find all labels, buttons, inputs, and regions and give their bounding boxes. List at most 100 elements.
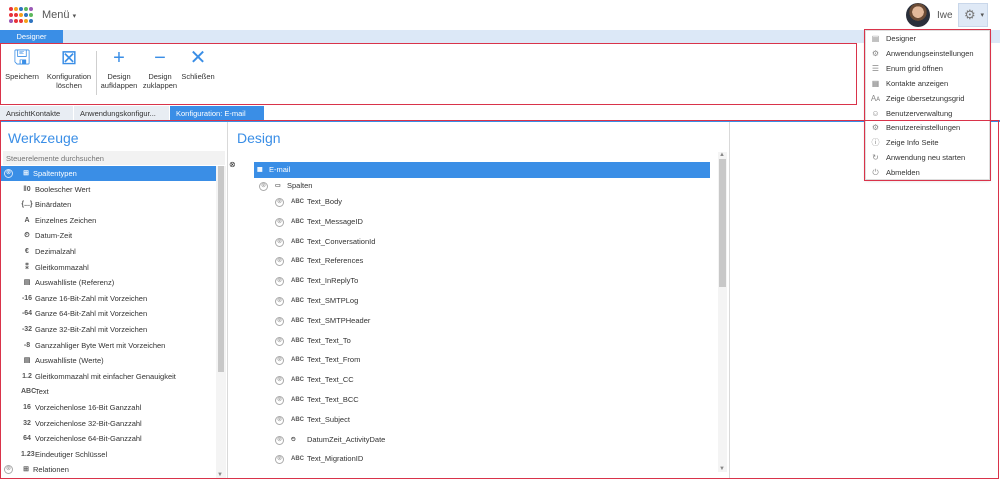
tree-field[interactable]: ⊗ ABC Text_SMTPLog bbox=[275, 293, 575, 309]
tree-group-label: Spalten bbox=[287, 181, 313, 190]
settings-menu-button[interactable]: ⚙ ▾ bbox=[958, 3, 988, 27]
tool-item[interactable]: € Dezimalzahl bbox=[0, 244, 216, 259]
menu-item[interactable]: ▤ Designer bbox=[866, 31, 989, 46]
tool-item[interactable]: 1.2 Gleitkommazahl mit einfacher Genauigk… bbox=[0, 369, 216, 384]
tool-item[interactable]: ABC Text bbox=[0, 384, 216, 399]
remove-icon[interactable]: ⊗ bbox=[275, 435, 284, 445]
menu-item[interactable]: ⓘ Zeige Info Seite bbox=[866, 135, 989, 150]
speichern-button[interactable]: 🖫 Speichern bbox=[3, 47, 41, 81]
tree-root-email[interactable]: ▦ E-mail bbox=[254, 162, 710, 178]
tool-item[interactable]: ⊗ ⊞ Relationen bbox=[0, 462, 216, 477]
remove-icon[interactable]: ⊗ bbox=[275, 217, 284, 227]
tool-item[interactable]: 32 Vorzeichenlose 32-Bit-Ganzzahl bbox=[0, 416, 216, 431]
main-menu-button[interactable]: Menü ▾ bbox=[42, 9, 76, 21]
tree-field[interactable]: ⊗ ABC Text_Text_From bbox=[275, 352, 575, 368]
design-tree: ▦ E-mail ⊗ ⊗ ▭ Spalten ⊗ ABC Text_Body ⊗ ABC Text_M… bbox=[229, 160, 717, 479]
design-scrollbar[interactable]: ▲ ▼ bbox=[718, 152, 727, 472]
konfiguration-löschen-button[interactable]: ⊠ Konfiguration löschen bbox=[43, 47, 95, 90]
tree-field[interactable]: ⊗ ABC Text_InReplyTo bbox=[275, 273, 575, 289]
expand-toggle-icon[interactable]: ⊗ bbox=[4, 465, 13, 475]
info-icon: ⓘ bbox=[871, 138, 880, 148]
menu-item[interactable]: ☰ Enum grid öffnen bbox=[866, 61, 989, 76]
tree-field[interactable]: ⊗ ABC Text_Text_To bbox=[275, 333, 575, 349]
tree-field[interactable]: ⊗ ABC Text_MigrationID bbox=[275, 451, 575, 467]
tree-field[interactable]: ⊗ ABC Text_MessageID bbox=[275, 214, 575, 230]
tool-item[interactable]: -32 Ganze 32-Bit-Zahl mit Vorzeichen bbox=[0, 322, 216, 337]
design-zuklappen-button[interactable]: − Design zuklappen bbox=[142, 47, 178, 90]
tree-field[interactable]: ⊗ ⏲ DatumZeit_ActivityDate bbox=[275, 432, 575, 448]
tree-field[interactable]: ⊗ ABC Text_References bbox=[275, 253, 575, 269]
doc-tab[interactable]: Konfiguration: E-mail bbox=[170, 106, 265, 121]
tool-item[interactable]: ‖0 Boolescher Wert bbox=[0, 182, 216, 197]
tree-field-label: Text_SMTPLog bbox=[307, 296, 359, 305]
remove-icon[interactable]: ⊗ bbox=[275, 376, 284, 386]
tool-item-label: Datum-Zeit bbox=[35, 231, 73, 241]
tool-item[interactable]: ▤ Auswahlliste (Werte) bbox=[0, 353, 216, 368]
tools-title: Werkzeuge bbox=[8, 130, 79, 146]
collapse-icon[interactable]: ⊗ bbox=[229, 160, 236, 169]
remove-icon[interactable]: ⊗ bbox=[275, 198, 284, 207]
text-type-icon: ABC bbox=[291, 416, 304, 423]
menu-item[interactable]: ⚙ Benutzereinstellungen bbox=[866, 120, 989, 135]
remove-icon[interactable]: ⊗ bbox=[275, 277, 284, 287]
tool-item[interactable]: 16 Vorzeichenlose 16-Bit Ganzzahl bbox=[0, 400, 216, 415]
table-icon: ▦ bbox=[257, 167, 263, 173]
tool-item[interactable]: -8 Ganzzahliger Byte Wert mit Vorzeichen bbox=[0, 338, 216, 353]
tool-item[interactable]: ⊗ ⊞ Spaltentypen bbox=[0, 166, 216, 181]
tree-field[interactable]: ⊗ ABC Text_Body bbox=[275, 194, 575, 210]
remove-icon[interactable]: ⊗ bbox=[275, 297, 284, 306]
expand-toggle-icon[interactable]: ⊗ bbox=[4, 169, 13, 178]
collapse-icon[interactable]: ⊗ bbox=[259, 182, 268, 191]
remove-icon[interactable]: ⊗ bbox=[275, 237, 284, 247]
remove-icon[interactable]: ⊗ bbox=[275, 336, 284, 346]
logo-dot bbox=[29, 19, 33, 23]
schließen-button[interactable]: ✕ Schließen bbox=[181, 47, 215, 81]
tool-item[interactable]: 64 Vorzeichenlose 64-Bit-Ganzzahl bbox=[0, 431, 216, 446]
menu-item[interactable]: ⏻ Abmelden bbox=[866, 165, 989, 180]
remove-icon[interactable]: ⊗ bbox=[275, 455, 284, 465]
tree-field[interactable]: ⊗ ABC Text_SMTPHeader bbox=[275, 313, 575, 329]
doc-tab[interactable]: Anwendungskonfigur... bbox=[74, 106, 170, 121]
tool-item[interactable]: A Einzelnes Zeichen bbox=[0, 213, 216, 228]
tools-scrollbar[interactable]: ▼ bbox=[216, 166, 226, 479]
menu-item[interactable]: ▦ Kontakte anzeigen bbox=[866, 76, 989, 91]
scroll-down-icon[interactable]: ▼ bbox=[217, 472, 223, 478]
menu-item[interactable]: ↻ Anwendung neu starten bbox=[866, 150, 989, 165]
menu-item[interactable]: Aᴀ Zeige übersetzungsgrid bbox=[866, 91, 989, 106]
tab-designer[interactable]: Designer bbox=[0, 30, 63, 43]
tool-item-label: Binärdaten bbox=[35, 200, 72, 210]
tree-field-label: Text_Text_BCC bbox=[307, 395, 359, 404]
remove-icon[interactable]: ⊗ bbox=[275, 396, 284, 405]
tree-field[interactable]: ⊗ ABC Text_Text_CC bbox=[275, 372, 575, 388]
remove-icon[interactable]: ⊗ bbox=[275, 415, 284, 425]
enum-grid-icon: ☰ bbox=[871, 63, 880, 73]
menu-item[interactable]: ☺ Benutzerverwaltung bbox=[866, 106, 989, 121]
tool-item[interactable]: {...} Binärdaten bbox=[0, 197, 216, 212]
scroll-down-icon[interactable]: ▼ bbox=[719, 466, 725, 472]
scroll-up-icon[interactable]: ▲ bbox=[719, 152, 725, 158]
design-aufklappen-button[interactable]: + Design aufklappen bbox=[99, 47, 139, 90]
tree-field[interactable]: ⊗ ABC Text_ConversationId bbox=[275, 234, 575, 250]
tool-item[interactable]: ⁑ Gleitkommazahl bbox=[0, 260, 216, 275]
app-logo[interactable] bbox=[9, 7, 35, 25]
tool-item[interactable]: -16 Ganze 16-Bit-Zahl mit Vorzeichen bbox=[0, 291, 216, 306]
remove-icon[interactable]: ⊗ bbox=[275, 356, 284, 366]
tool-item[interactable]: ⏲ Datum-Zeit bbox=[0, 228, 216, 243]
remove-icon[interactable]: ⊗ bbox=[275, 316, 284, 326]
doc-tab[interactable]: AnsichtKontakte bbox=[0, 106, 74, 121]
menu-item[interactable]: ⚙ Anwendungseinstellungen bbox=[866, 46, 989, 61]
tree-field[interactable]: ⊗ ABC Text_Text_BCC bbox=[275, 392, 575, 408]
tools-search-input[interactable] bbox=[3, 151, 225, 165]
tool-item[interactable]: ▤ Auswahlliste (Referenz) bbox=[0, 275, 216, 290]
tool-item[interactable]: 1.23 Eindeutiger Schlüssel bbox=[0, 447, 216, 462]
avatar[interactable] bbox=[906, 3, 930, 27]
scrollbar-thumb[interactable] bbox=[719, 159, 726, 287]
scrollbar-thumb[interactable] bbox=[218, 166, 224, 372]
tree-field[interactable]: ⊗ ABC Text_Subject bbox=[275, 412, 575, 428]
tree-group-spalten[interactable]: ⊗ ▭ Spalten bbox=[259, 178, 559, 194]
tool-item[interactable]: -64 Ganze 64-Bit-Zahl mit Vorzeichen bbox=[0, 306, 216, 321]
tree-field-label: DatumZeit_ActivityDate bbox=[307, 434, 386, 444]
text-icon: ABC bbox=[21, 388, 37, 396]
remove-icon[interactable]: ⊗ bbox=[275, 257, 284, 267]
logo-dot bbox=[24, 19, 28, 23]
